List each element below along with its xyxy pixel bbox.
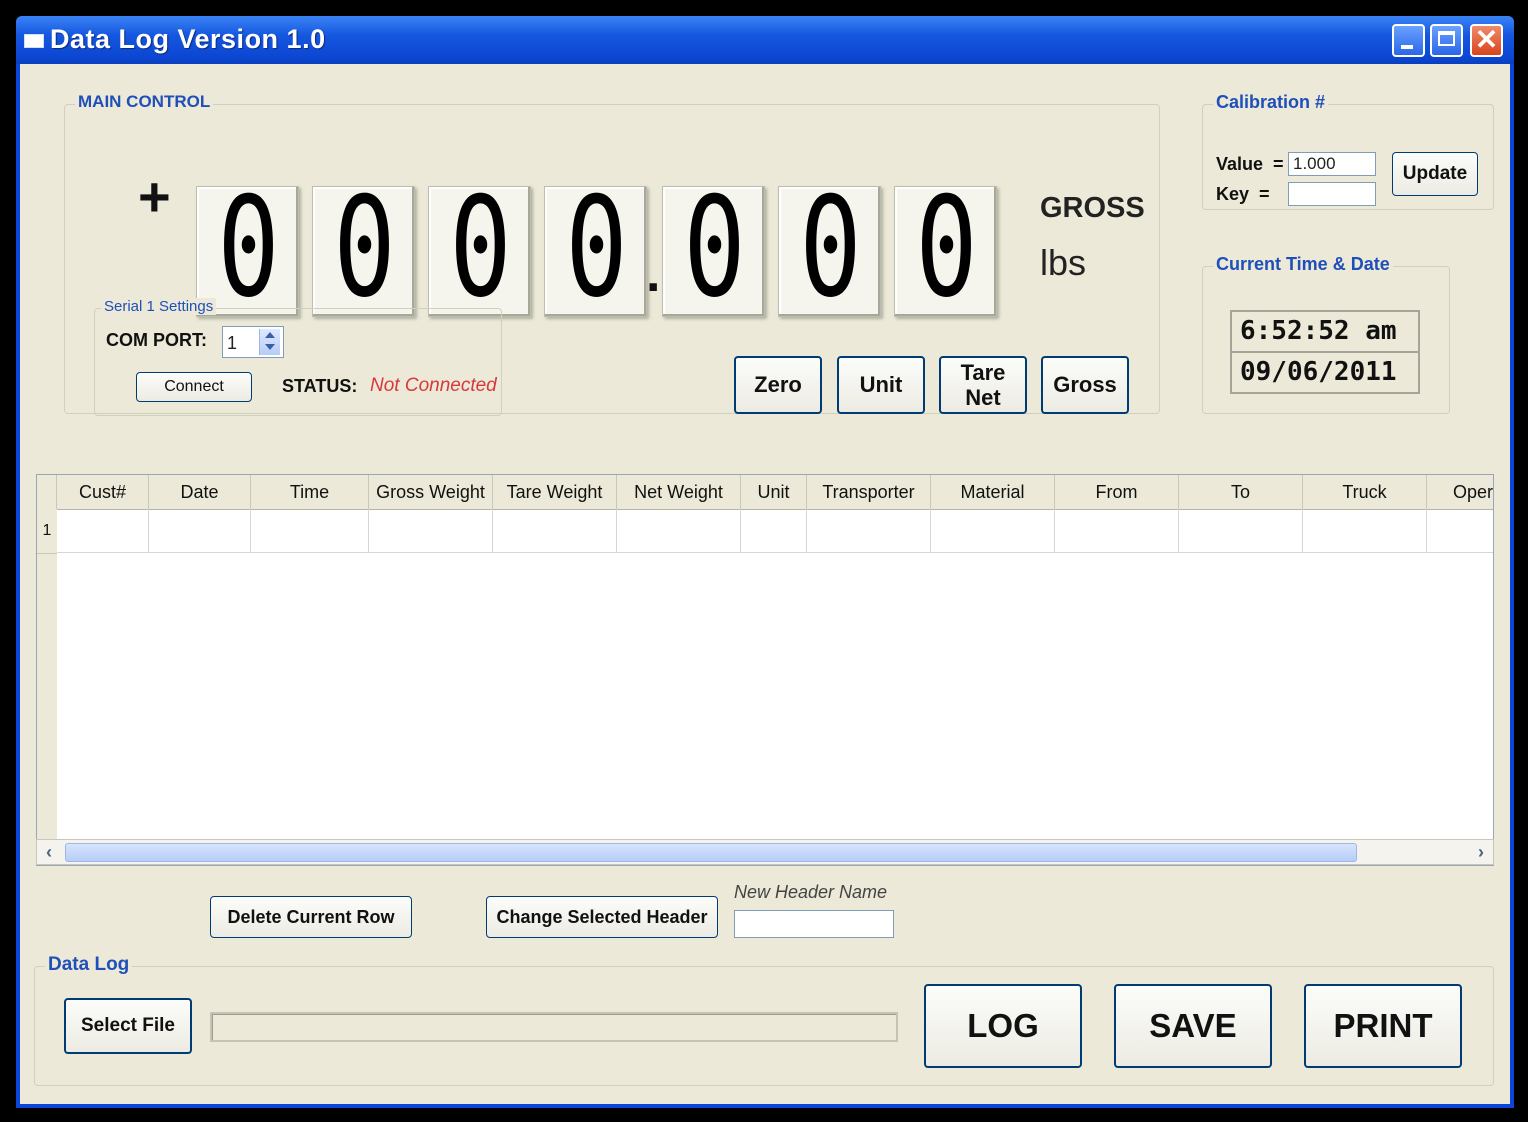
tare-net-button[interactable]: Tare Net — [939, 356, 1027, 414]
sign-indicator: + — [138, 165, 171, 228]
title-bar[interactable]: Data Log Version 1.0 ✕ — [16, 16, 1514, 64]
new-header-caption: New Header Name — [734, 882, 888, 902]
column-header[interactable]: Time — [251, 475, 369, 509]
maximize-button[interactable] — [1430, 24, 1463, 57]
column-header[interactable]: Date — [149, 475, 251, 509]
weight-digit: 0 — [778, 173, 881, 323]
row-number[interactable]: 1 — [37, 509, 57, 554]
delete-current-row-button[interactable]: Delete Current Row — [210, 896, 412, 938]
log-button[interactable]: LOG — [924, 984, 1082, 1068]
column-header[interactable]: Cust# — [57, 475, 149, 509]
current-date: 09/06/2011 — [1230, 352, 1420, 394]
column-header[interactable]: Truck — [1303, 475, 1427, 509]
com-port-spinner[interactable]: 1 — [222, 326, 284, 358]
app-icon — [24, 34, 44, 48]
table-header-row: Cust# Date Time Gross Weight Tare Weight… — [37, 475, 1493, 510]
zero-button[interactable]: Zero — [734, 356, 822, 414]
weight-unit: lbs — [1040, 242, 1087, 283]
app-window: Data Log Version 1.0 ✕ MAIN CONTROL + 0 … — [16, 16, 1514, 1108]
table-cell[interactable] — [369, 509, 493, 553]
weight-mode: GROSS — [1040, 192, 1145, 224]
client-area: MAIN CONTROL + 0 0 0 0 . 0 0 0 GROSS lbs… — [20, 64, 1510, 1104]
data-log-table[interactable]: Cust# Date Time Gross Weight Tare Weight… — [36, 474, 1494, 866]
table-cell[interactable] — [807, 509, 931, 553]
connection-status: Not Connected — [370, 375, 497, 396]
table-cell[interactable] — [149, 509, 251, 553]
file-progress-bar — [210, 1012, 898, 1042]
column-header[interactable]: Tare Weight — [493, 475, 617, 509]
close-button[interactable]: ✕ — [1470, 24, 1503, 57]
table-cell[interactable] — [741, 509, 807, 553]
save-button[interactable]: SAVE — [1114, 984, 1272, 1068]
column-header[interactable]: Unit — [741, 475, 807, 509]
column-header[interactable]: Transporter — [807, 475, 931, 509]
horizontal-scrollbar[interactable]: ‹ › — [36, 839, 1494, 865]
unit-button[interactable]: Unit — [837, 356, 925, 414]
minimize-button[interactable] — [1392, 24, 1425, 57]
weight-digit: 0 — [428, 173, 531, 323]
select-file-button[interactable]: Select File — [64, 998, 192, 1054]
table-cell[interactable] — [1427, 509, 1493, 553]
com-port-label: COM PORT: — [106, 330, 207, 350]
column-header[interactable]: Operator — [1427, 475, 1493, 509]
calibration-key-input[interactable] — [1288, 182, 1376, 206]
time-date-legend: Current Time & Date — [1213, 254, 1393, 275]
calibration-value-label: Value = — [1216, 154, 1284, 174]
change-selected-header-button[interactable]: Change Selected Header — [486, 896, 718, 938]
update-button[interactable]: Update — [1392, 152, 1478, 196]
table-cell[interactable] — [57, 509, 149, 553]
scroll-left-icon[interactable]: ‹ — [37, 840, 61, 864]
calibration-legend: Calibration # — [1213, 92, 1329, 113]
print-button[interactable]: PRINT — [1304, 984, 1462, 1068]
gross-button[interactable]: Gross — [1041, 356, 1129, 414]
table-cell[interactable] — [493, 509, 617, 553]
calibration-key-label: Key = — [1216, 184, 1270, 204]
close-icon: ✕ — [1474, 24, 1499, 55]
calibration-value-input[interactable] — [1288, 152, 1376, 176]
net-label: Net — [965, 385, 1001, 410]
table-cell[interactable] — [251, 509, 369, 553]
decimal-point: . — [646, 245, 661, 303]
tare-label: Tare — [960, 360, 1006, 385]
spinner-arrows-icon[interactable] — [259, 329, 280, 355]
row-header-column — [37, 509, 57, 865]
weight-digit: 0 — [312, 173, 415, 323]
com-port-value: 1 — [227, 333, 238, 353]
column-header[interactable]: Net Weight — [617, 475, 741, 509]
table-cell[interactable] — [1179, 509, 1303, 553]
column-header[interactable]: To — [1179, 475, 1303, 509]
weight-digit: 0 — [894, 173, 997, 323]
column-header[interactable]: From — [1055, 475, 1179, 509]
data-log-legend: Data Log — [45, 954, 133, 976]
table-cell[interactable] — [1055, 509, 1179, 553]
table-cell[interactable] — [931, 509, 1055, 553]
current-time: 6:52:52 am — [1230, 310, 1420, 352]
row-header-corner — [37, 475, 57, 509]
connect-button[interactable]: Connect — [136, 372, 252, 402]
window-title: Data Log Version 1.0 — [50, 24, 326, 54]
column-header[interactable]: Material — [931, 475, 1055, 509]
weight-digit: 0 — [662, 173, 765, 323]
scrollbar-thumb[interactable] — [65, 843, 1357, 862]
table-cell[interactable] — [617, 509, 741, 553]
column-header[interactable]: Gross Weight — [369, 475, 493, 509]
main-control-legend: MAIN CONTROL — [75, 92, 214, 112]
weight-digit: 0 — [544, 173, 647, 323]
table-cell[interactable] — [1303, 509, 1427, 553]
new-header-name-input[interactable] — [734, 910, 894, 938]
serial-settings-legend: Serial 1 Settings — [101, 298, 217, 315]
scroll-right-icon[interactable]: › — [1469, 840, 1493, 864]
status-label: STATUS: — [282, 376, 358, 396]
